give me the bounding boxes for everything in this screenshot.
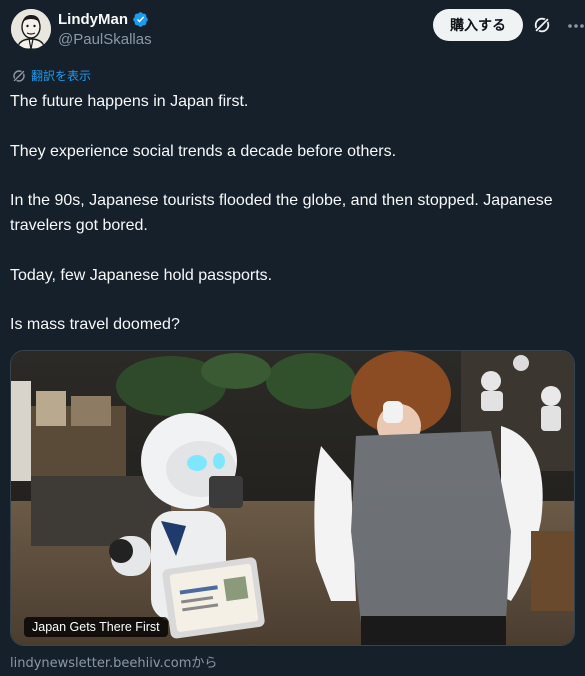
translate-icon [12,69,26,82]
tweet-paragraph: Is mass travel doomed? [10,316,180,334]
card-title: Japan Gets There First [24,617,168,637]
verified-badge-icon [133,12,148,27]
subscribe-button[interactable]: 購入する [433,9,523,41]
avatar[interactable] [11,9,51,49]
tweet-header: LindyMan @PaulSkallas 購入する [11,9,584,51]
handle[interactable]: @PaulSkallas [58,31,152,48]
more-icon[interactable] [565,15,585,37]
tweet-paragraph: The future happens in Japan first. [10,93,249,110]
name-row: LindyMan [58,11,149,28]
tweet-text: The future happens in Japan first. They … [10,90,575,338]
translate-link[interactable]: 翻訳を表示 [12,67,91,84]
link-card[interactable]: Japan Gets There First [10,350,575,646]
card-source[interactable]: lindynewsletter.beehiiv.comから [10,652,217,671]
grok-icon[interactable] [533,16,551,34]
card-image [11,351,574,645]
tweet-paragraph: In the 90s, Japanese tourists flooded th… [10,192,553,234]
tweet-paragraph: Today, few Japanese hold passports. [10,266,273,284]
tweet-paragraph: They experience social trends a decade b… [10,142,397,160]
translate-label[interactable]: 翻訳を表示 [31,67,91,84]
avatar-illustration [11,9,51,49]
display-name[interactable]: LindyMan [58,11,128,28]
